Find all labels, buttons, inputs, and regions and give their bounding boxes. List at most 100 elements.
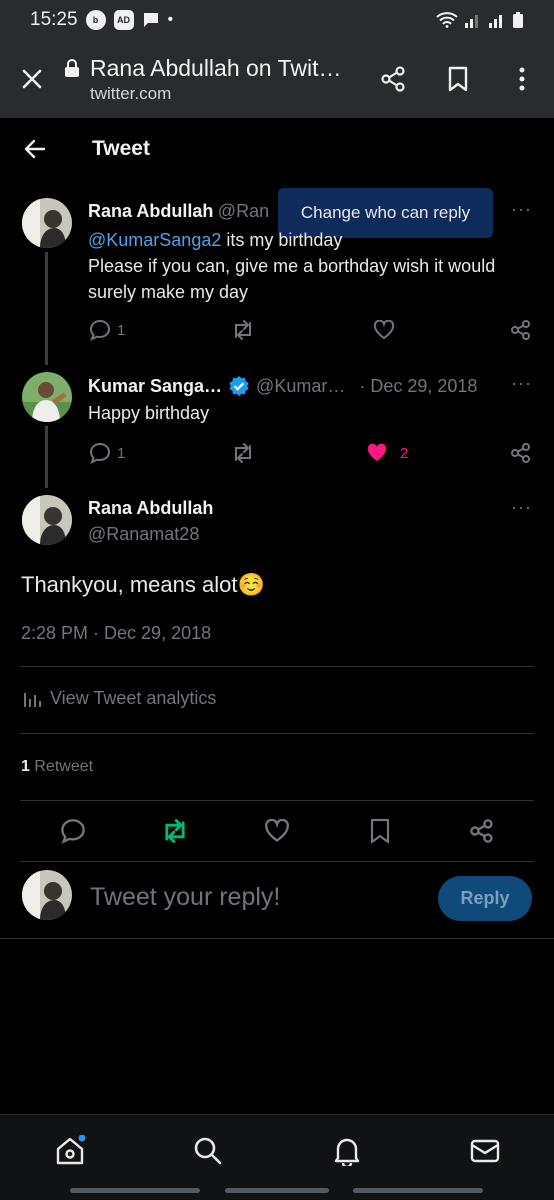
browser-title-area[interactable]: Rana Abdullah on Twit… twitter.com: [64, 55, 362, 104]
verified-badge-icon: [229, 376, 249, 396]
author-name[interactable]: Kumar Sanga…: [88, 376, 222, 397]
mention-link[interactable]: @KumarSanga2: [88, 230, 221, 250]
gesture-bar: [225, 1188, 329, 1193]
share-icon: [511, 320, 530, 340]
bell-icon: [334, 1138, 360, 1166]
more-vertical-icon: [519, 67, 525, 91]
like-action[interactable]: [373, 320, 395, 340]
share-page-button[interactable]: [362, 40, 426, 118]
share-icon: [511, 443, 530, 463]
reply-count: 1: [117, 321, 126, 339]
thread-connector: [45, 426, 48, 488]
like-action[interactable]: 2: [366, 443, 408, 463]
smiling-emoji: ☺️: [237, 572, 265, 597]
bookmark-icon: [448, 66, 468, 92]
retweet-action[interactable]: [161, 818, 189, 844]
reply-action[interactable]: 1: [89, 442, 125, 464]
tweet-more-button[interactable]: ···: [511, 497, 532, 518]
browser-menu-button[interactable]: [490, 40, 554, 118]
retweet-count: 1: [21, 758, 30, 775]
mail-icon: [470, 1139, 500, 1163]
retweet-action[interactable]: [231, 442, 255, 464]
comment-icon: [61, 819, 85, 844]
main-tweet-text: Thankyou, means alot☺️: [21, 572, 265, 597]
nav-search[interactable]: [188, 1131, 228, 1171]
bookmark-icon: [370, 818, 390, 844]
lock-icon: [65, 59, 79, 77]
retweet-stats[interactable]: 1 Retweet: [21, 758, 93, 776]
comment-icon: [89, 442, 111, 464]
like-count: 2: [400, 444, 409, 462]
back-button[interactable]: [0, 118, 70, 180]
divider: [20, 666, 534, 667]
signal-icon: [465, 15, 478, 28]
reply-action[interactable]: 1: [89, 319, 125, 341]
status-bar: 15:25 b AD •: [0, 0, 554, 40]
divider: [0, 938, 554, 939]
tweet-author: Rana Abdullah @Ran: [88, 201, 288, 222]
share-action[interactable]: [510, 319, 532, 341]
retweet-action[interactable]: [231, 319, 255, 341]
avatar: [22, 870, 72, 920]
browser-url: twitter.com: [90, 83, 172, 103]
divider: [20, 800, 534, 801]
page-title: Tweet: [92, 137, 150, 160]
avatar[interactable]: [22, 372, 72, 422]
retweet-icon: [235, 443, 251, 463]
home-icon: [56, 1135, 86, 1165]
battery-icon: [513, 12, 523, 28]
like-action[interactable]: [264, 819, 290, 843]
comment-icon: [89, 319, 111, 341]
message-icon: [143, 13, 158, 27]
arrow-left-icon: [24, 139, 46, 159]
tweet-date[interactable]: · Dec 29, 2018: [359, 376, 477, 397]
tweet-text: @KumarSanga2 its my birthday Please if y…: [88, 230, 496, 302]
tweet-page-header: Tweet: [0, 118, 554, 180]
author-handle[interactable]: @Kumar…: [256, 376, 345, 397]
gesture-bar: [353, 1188, 483, 1193]
tweet-text: Happy birthday: [88, 403, 210, 423]
divider: [20, 861, 534, 862]
heart-icon: [265, 819, 289, 842]
nav-messages[interactable]: [465, 1131, 505, 1171]
reply-action[interactable]: [60, 818, 86, 844]
close-icon: [22, 69, 42, 89]
share-action[interactable]: [510, 442, 532, 464]
divider: [20, 733, 534, 734]
retweet-icon: [235, 320, 251, 340]
avatar[interactable]: [22, 495, 72, 545]
wifi-icon: [436, 12, 458, 28]
reply-input[interactable]: Tweet your reply!: [90, 883, 280, 912]
share-icon: [470, 819, 493, 843]
heart-filled-icon: [367, 443, 387, 461]
gesture-bar: [70, 1188, 200, 1193]
author-handle[interactable]: @Ranamat28: [88, 524, 199, 545]
avatar[interactable]: [22, 198, 72, 248]
analytics-icon: [24, 692, 41, 707]
reply-count: 1: [117, 444, 126, 462]
author-name[interactable]: Rana Abdullah: [88, 498, 213, 519]
close-tab-button[interactable]: [0, 40, 64, 118]
browser-page-title: Rana Abdullah on Twit…: [90, 54, 342, 81]
nav-home[interactable]: [50, 1131, 90, 1171]
share-action[interactable]: [469, 818, 495, 844]
author-handle[interactable]: @Ran: [218, 201, 269, 221]
search-icon: [194, 1137, 222, 1165]
retweet-stats-label: Retweet: [34, 758, 94, 775]
bookmark-page-button[interactable]: [426, 40, 490, 118]
retweet-icon: [165, 819, 185, 843]
bookmark-action[interactable]: [369, 818, 391, 844]
view-analytics-link[interactable]: View Tweet analytics: [22, 688, 216, 709]
tweet-author: Kumar Sanga… @Kumar… · Dec 29, 2018: [88, 375, 477, 397]
tweet-more-button[interactable]: ···: [511, 373, 532, 394]
nav-notifications[interactable]: [327, 1131, 367, 1171]
heart-icon: [373, 320, 395, 340]
tweet-more-button[interactable]: ···: [511, 199, 532, 220]
tweet-timestamp[interactable]: 2:28 PM · Dec 29, 2018: [21, 623, 211, 644]
app-badge-icon: b: [85, 10, 106, 30]
thread-connector: [45, 252, 48, 365]
ad-blocker-icon: AD: [113, 10, 134, 30]
reply-button[interactable]: Reply: [438, 876, 532, 921]
author-name[interactable]: Rana Abdullah: [88, 201, 213, 221]
signal-2-icon: [489, 15, 502, 28]
